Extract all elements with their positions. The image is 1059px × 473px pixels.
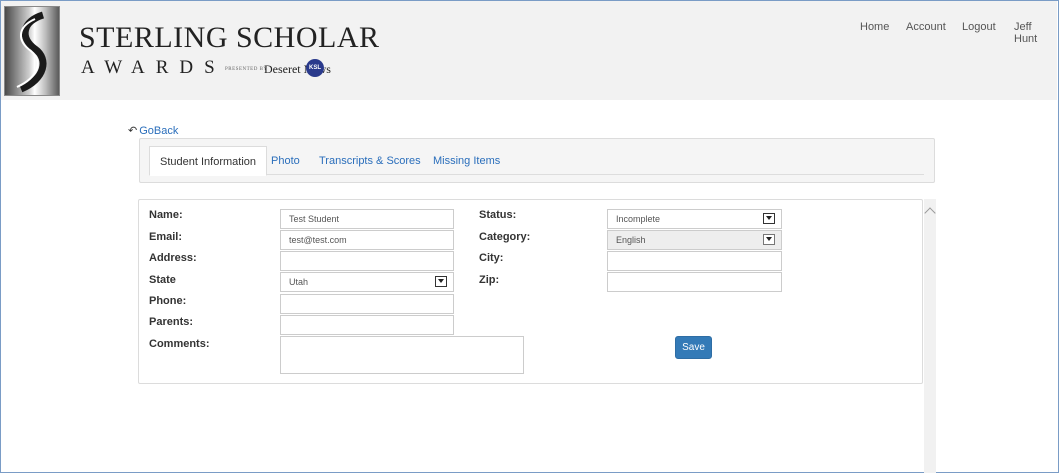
address-label: Address:	[149, 252, 197, 264]
city-label: City:	[479, 252, 504, 264]
comments-label: Comments:	[149, 338, 210, 350]
email-label: Email:	[149, 231, 183, 243]
chevron-down-icon	[763, 234, 775, 245]
nav-user-name[interactable]: Jeff Hunt	[1014, 21, 1057, 45]
nav-home-link[interactable]: Home	[860, 21, 889, 33]
address-field[interactable]	[280, 251, 454, 271]
goback-label: GoBack	[139, 125, 179, 137]
goback-link[interactable]: ↶ GoBack	[128, 124, 178, 137]
email-field[interactable]: test@test.com	[280, 230, 454, 250]
save-button[interactable]: Save	[675, 336, 712, 359]
site-header: STERLING SCHOLAR AWARDS PRESENTED BY Des…	[1, 1, 1057, 100]
brand-title: STERLING SCHOLAR	[79, 21, 380, 54]
name-label: Name:	[149, 209, 183, 221]
parents-field[interactable]	[280, 315, 454, 335]
state-label: State	[149, 274, 176, 286]
scrollbar[interactable]	[924, 199, 936, 473]
chevron-down-icon[interactable]	[763, 213, 775, 224]
tab-missing-items[interactable]: Missing Items	[433, 155, 500, 167]
state-select-value: Utah	[289, 277, 309, 287]
category-select: English	[607, 230, 782, 250]
status-select-value: Incomplete	[616, 214, 661, 224]
parents-label: Parents:	[149, 316, 194, 328]
brand-subtitle: AWARDS	[81, 57, 226, 78]
name-field[interactable]: Test Student	[280, 209, 454, 229]
phone-label: Phone:	[149, 295, 187, 307]
status-select[interactable]: Incomplete	[607, 209, 782, 229]
nav-logout-link[interactable]: Logout	[962, 21, 996, 33]
presented-by-text: PRESENTED BY	[225, 67, 268, 72]
phone-field[interactable]	[280, 294, 454, 314]
status-label: Status:	[479, 209, 517, 221]
student-form-panel	[138, 199, 923, 384]
city-field[interactable]	[607, 251, 782, 271]
tab-transcripts-scores[interactable]: Transcripts & Scores	[319, 155, 421, 167]
zip-field[interactable]	[607, 272, 782, 292]
tab-photo[interactable]: Photo	[271, 155, 300, 167]
state-select[interactable]: Utah	[280, 272, 454, 292]
zip-label: Zip:	[479, 274, 500, 286]
comments-textarea[interactable]	[280, 336, 524, 374]
category-select-value: English	[616, 235, 646, 245]
tab-student-information[interactable]: Student Information	[149, 146, 268, 176]
ksl-logo-icon: KSL	[306, 59, 324, 77]
category-label: Category:	[479, 231, 531, 243]
nav-account-link[interactable]: Account	[906, 21, 946, 33]
chevron-down-icon[interactable]	[435, 276, 447, 287]
sterling-logo-icon	[4, 6, 60, 96]
back-arrow-icon: ↶	[128, 125, 138, 137]
